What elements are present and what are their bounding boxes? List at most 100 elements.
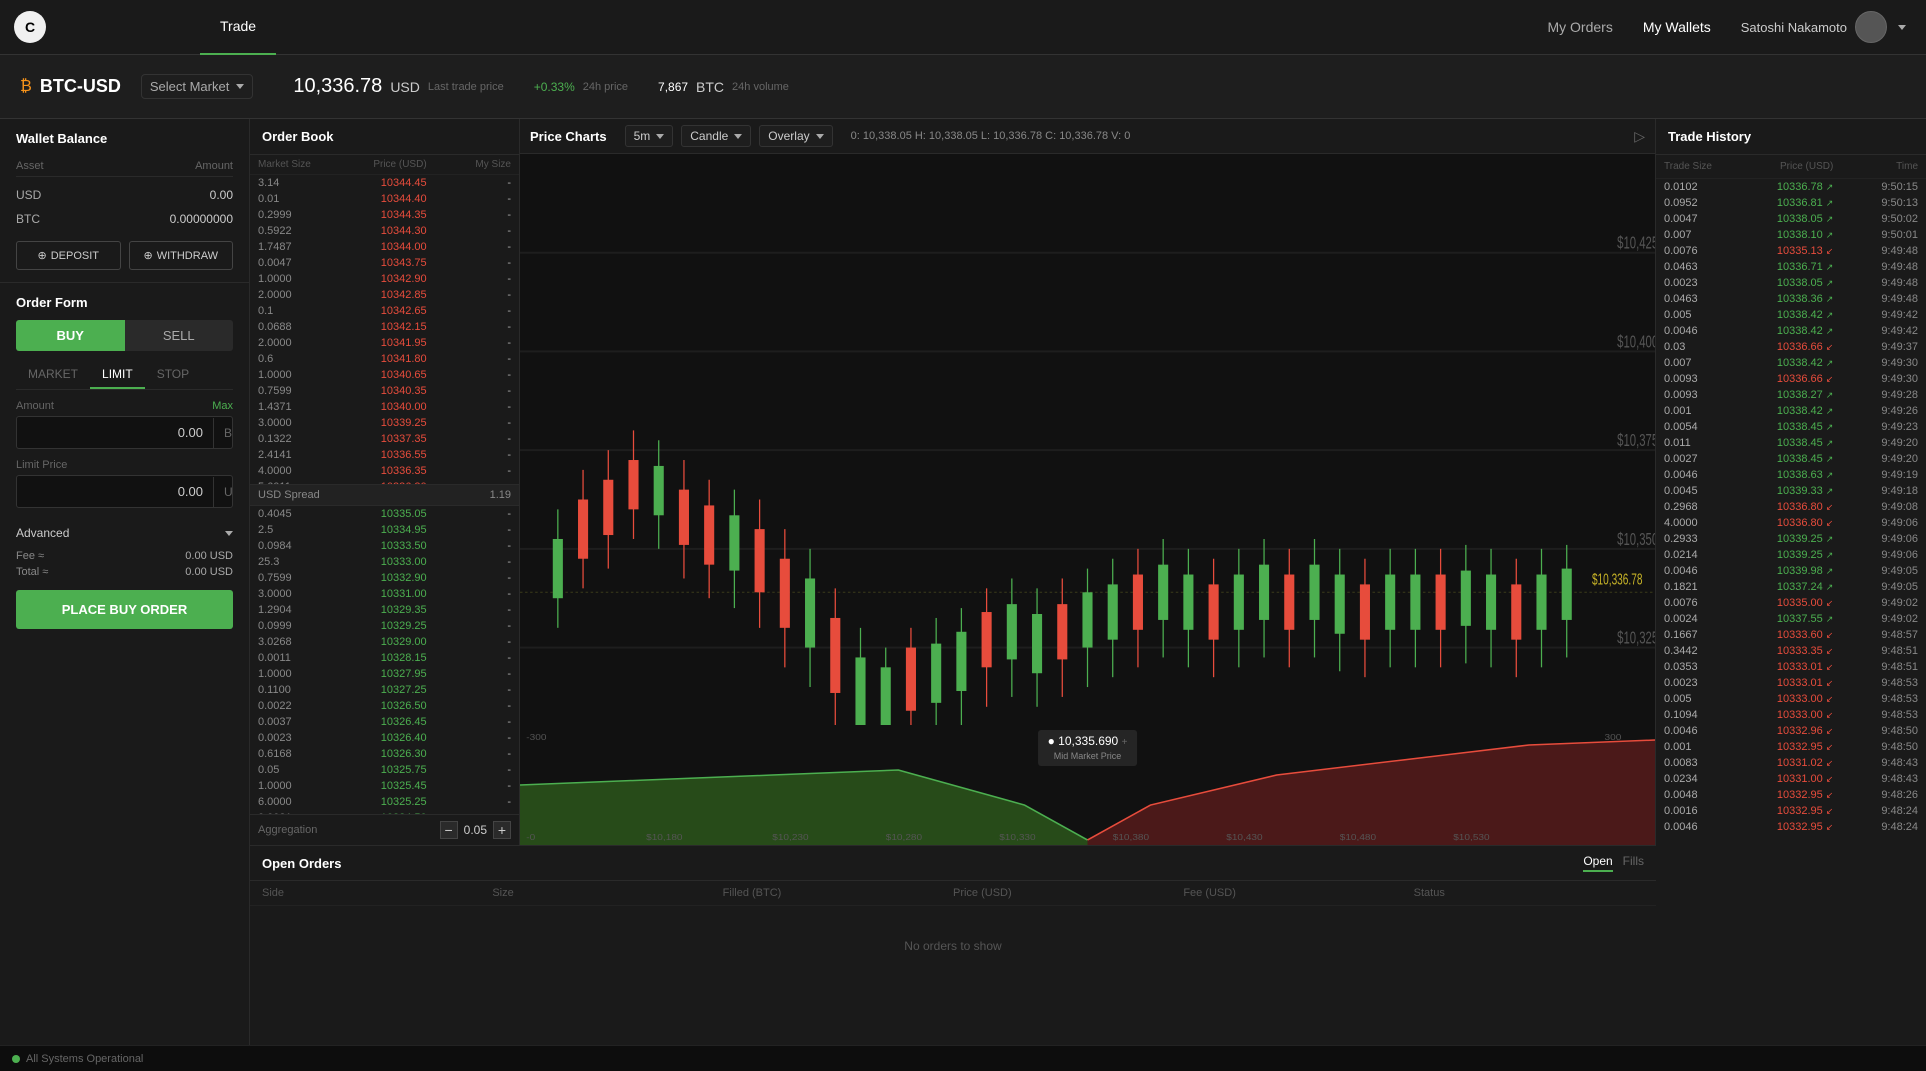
ask-price: 10340.65	[342, 369, 426, 381]
nav-my-orders[interactable]: My Orders	[1547, 19, 1612, 35]
ask-price: 10336.35	[342, 465, 426, 477]
bid-price: 10326.30	[342, 748, 426, 760]
ob-bid-row[interactable]: 0.110010327.25-	[250, 682, 519, 698]
price-charts-title: Price Charts	[530, 129, 607, 144]
ob-ask-row[interactable]: 0.0110344.40-	[250, 191, 519, 207]
amount-input[interactable]	[17, 417, 213, 448]
ob-ask-row[interactable]: 0.759910340.35-	[250, 383, 519, 399]
timeframe-dropdown[interactable]: 5m	[625, 125, 674, 147]
ob-ask-row[interactable]: 0.132210337.35-	[250, 431, 519, 447]
ob-ask-row[interactable]: 5.601110336.30-	[250, 479, 519, 484]
th-price: 10337.55	[1749, 613, 1834, 625]
limit-price-input[interactable]	[17, 476, 213, 507]
svg-text:$10,430: $10,430	[1226, 833, 1262, 842]
buy-tab[interactable]: BUY	[16, 320, 125, 351]
ob-bid-row[interactable]: 0.099910329.25-	[250, 618, 519, 634]
ob-ask-row[interactable]: 1.000010340.65-	[250, 367, 519, 383]
th-price: 10336.78	[1749, 181, 1834, 193]
fills-tab[interactable]: Fills	[1623, 854, 1644, 872]
advanced-toggle[interactable]: Advanced	[16, 518, 233, 548]
deposit-button[interactable]: ⊕ DEPOSIT	[16, 241, 121, 270]
limit-tab[interactable]: LIMIT	[90, 361, 145, 389]
agg-controls: − 0.05 +	[440, 821, 511, 839]
ob-ask-row[interactable]: 3.000010339.25-	[250, 415, 519, 431]
ob-ask-row[interactable]: 0.592210344.30-	[250, 223, 519, 239]
ob-bid-row[interactable]: 1.000010327.95-	[250, 666, 519, 682]
ask-price: 10336.55	[342, 449, 426, 461]
agg-decrease[interactable]: −	[440, 821, 458, 839]
select-market-button[interactable]: Select Market	[141, 74, 253, 99]
ob-ask-row[interactable]: 0.610341.80-	[250, 351, 519, 367]
ask-size: 1.7487	[258, 241, 342, 253]
ob-ask-row[interactable]: 2.000010341.95-	[250, 335, 519, 351]
ob-bid-row[interactable]: 0.759910332.90-	[250, 570, 519, 586]
ob-ask-row[interactable]: 3.1410344.45-	[250, 175, 519, 191]
ob-bid-row[interactable]: 0.001110328.15-	[250, 650, 519, 666]
user-area[interactable]: Satoshi Nakamoto	[1741, 11, 1906, 43]
nav-my-wallets[interactable]: My Wallets	[1643, 19, 1711, 35]
agg-increase[interactable]: +	[493, 821, 511, 839]
ob-ask-row[interactable]: 1.437110340.00-	[250, 399, 519, 415]
ob-ask-row[interactable]: 0.068810342.15-	[250, 319, 519, 335]
bid-my-size: -	[427, 764, 511, 776]
ob-bid-row[interactable]: 0.404510335.05-	[250, 506, 519, 522]
ob-bid-row[interactable]: 6.000010325.25-	[250, 794, 519, 810]
bid-my-size: -	[427, 572, 511, 584]
overlay-dropdown[interactable]: Overlay	[759, 125, 832, 147]
stop-tab[interactable]: STOP	[145, 361, 201, 389]
max-link[interactable]: Max	[212, 400, 233, 412]
ob-ask-row[interactable]: 1.748710344.00-	[250, 239, 519, 255]
chevron-down-icon	[1898, 25, 1906, 30]
down-arrow-icon	[1826, 661, 1834, 673]
ask-my-size: -	[427, 385, 511, 397]
ob-bid-row[interactable]: 1.000010325.45-	[250, 778, 519, 794]
up-arrow-icon	[1826, 277, 1834, 289]
th-time: 9:49:05	[1833, 565, 1918, 577]
ob-bid-row[interactable]: 25.310333.00-	[250, 554, 519, 570]
open-tab[interactable]: Open	[1583, 854, 1612, 872]
up-arrow-icon	[1826, 229, 1834, 241]
ob-ask-row[interactable]: 0.110342.65-	[250, 303, 519, 319]
ob-bid-row[interactable]: 0.0510325.75-	[250, 762, 519, 778]
ob-bid-row[interactable]: 0.098410333.50-	[250, 538, 519, 554]
ob-bid-row[interactable]: 3.000010331.00-	[250, 586, 519, 602]
svg-text:$10,180: $10,180	[646, 833, 682, 842]
agg-label: Aggregation	[258, 824, 317, 836]
chart-nav-button[interactable]: ▷	[1634, 128, 1645, 145]
ob-bid-row[interactable]: 2.510334.95-	[250, 522, 519, 538]
bid-my-size: -	[427, 540, 511, 552]
th-price: 10333.00	[1749, 709, 1834, 721]
ask-price: 10342.65	[342, 305, 426, 317]
ob-ask-row[interactable]: 4.000010336.35-	[250, 463, 519, 479]
ob-bid-row[interactable]: 0.002310326.40-	[250, 730, 519, 746]
ob-ask-row[interactable]: 2.414110336.55-	[250, 447, 519, 463]
ob-bid-row[interactable]: 0.616810326.30-	[250, 746, 519, 762]
th-row: 0.007610335.13 9:49:48	[1656, 243, 1926, 259]
ask-size: 0.2999	[258, 209, 342, 221]
th-size: 0.0045	[1664, 485, 1749, 497]
bid-my-size: -	[427, 508, 511, 520]
ob-bid-row[interactable]: 3.026810329.00-	[250, 634, 519, 650]
ob-ask-row[interactable]: 2.000010342.85-	[250, 287, 519, 303]
withdraw-button[interactable]: ⊕ WITHDRAW	[129, 241, 234, 270]
nav-trade[interactable]: Trade	[200, 0, 276, 55]
ob-bid-row[interactable]: 0.003710326.45-	[250, 714, 519, 730]
th-row: 0.004510339.33 9:49:18	[1656, 483, 1926, 499]
ob-bid-row[interactable]: 1.290410329.35-	[250, 602, 519, 618]
market-tab[interactable]: MARKET	[16, 361, 90, 389]
logo[interactable]: C	[0, 11, 60, 43]
place-order-button[interactable]: PLACE BUY ORDER	[16, 590, 233, 629]
ob-bid-row[interactable]: 0.002110324.50-	[250, 810, 519, 815]
ob-ask-row[interactable]: 0.004710343.75-	[250, 255, 519, 271]
bid-my-size: -	[427, 556, 511, 568]
th-time: 9:48:50	[1833, 741, 1918, 753]
sell-tab[interactable]: SELL	[125, 320, 234, 351]
ob-ask-row[interactable]: 1.000010342.90-	[250, 271, 519, 287]
ob-ask-row[interactable]: 0.299910344.35-	[250, 207, 519, 223]
candle-dropdown[interactable]: Candle	[681, 125, 751, 147]
amount-currency: BTC	[213, 418, 233, 448]
th-time: 9:49:08	[1833, 501, 1918, 513]
ob-bid-row[interactable]: 0.002210326.50-	[250, 698, 519, 714]
th-price: 10338.05	[1749, 213, 1834, 225]
bid-price: 10331.00	[342, 588, 426, 600]
